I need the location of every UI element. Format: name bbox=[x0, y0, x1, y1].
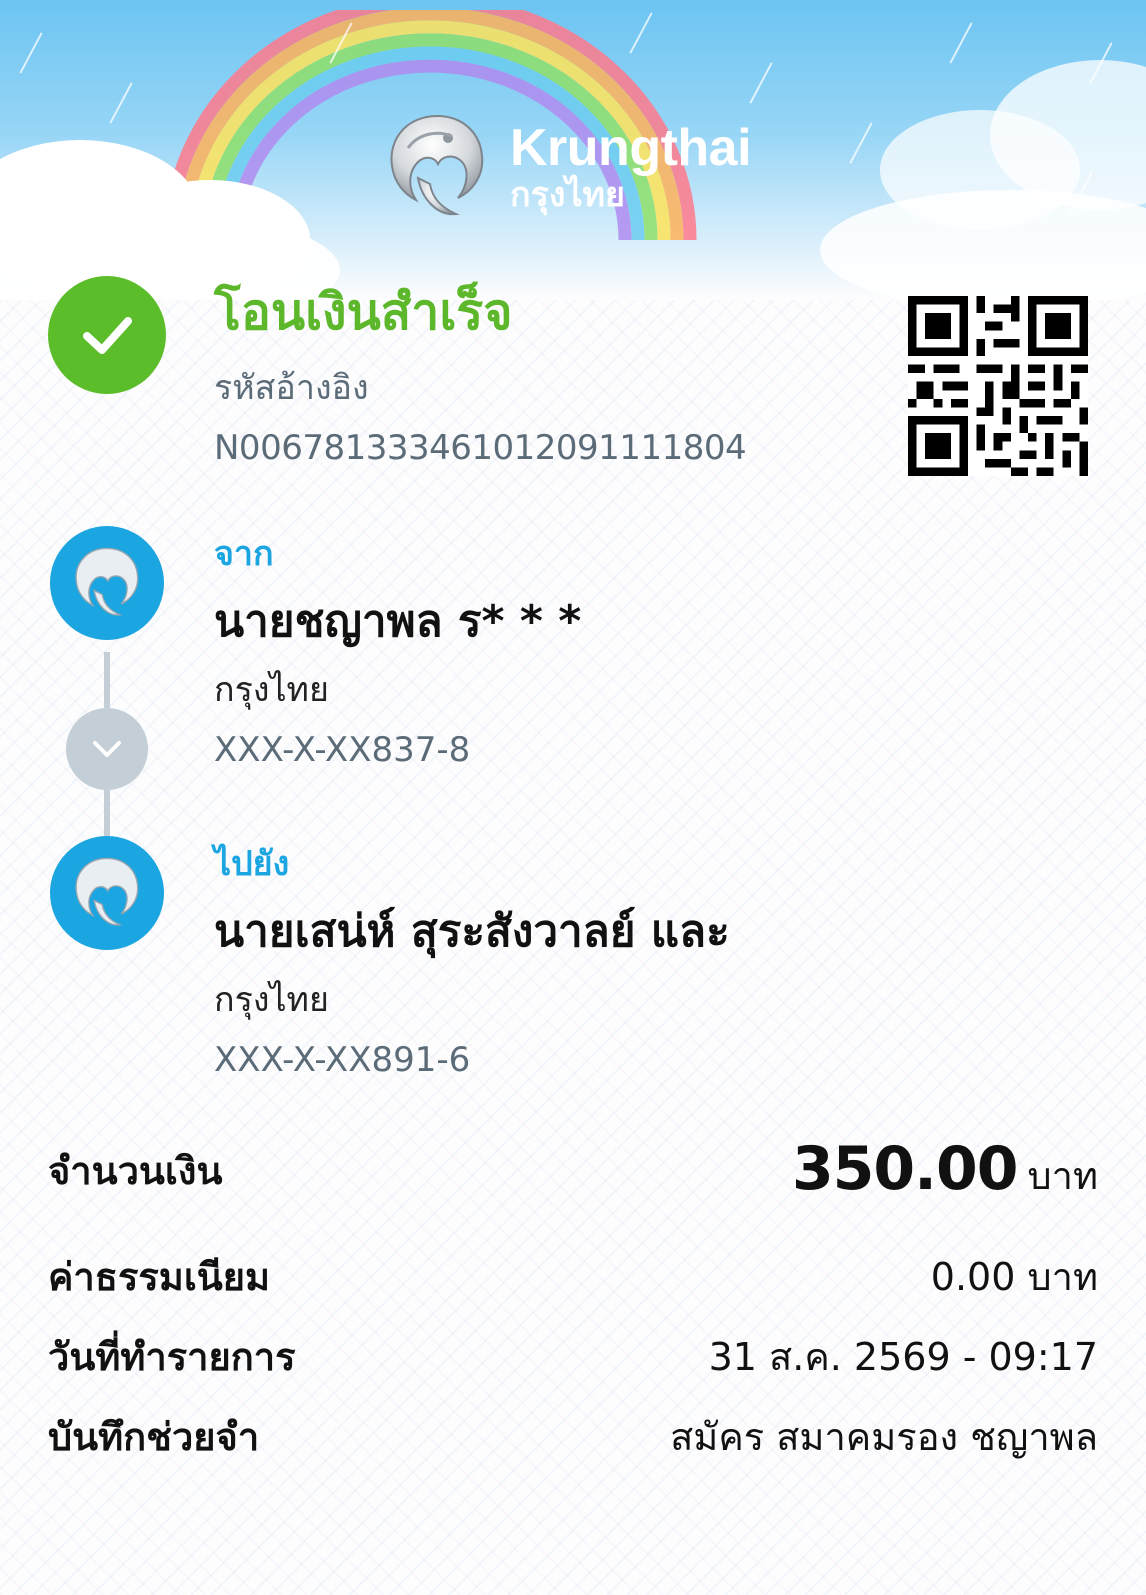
sender-account: XXX-X-XX837-8 bbox=[214, 730, 471, 770]
recipient-bank: กรุงไทย bbox=[214, 980, 329, 1020]
brand-name-thai: กรุงไทย bbox=[510, 176, 625, 214]
phoenix-logo-icon bbox=[390, 114, 484, 216]
memo-value: สมัคร สมาคมรอง ชญาพล bbox=[670, 1415, 1098, 1459]
recipient-account: XXX-X-XX891-6 bbox=[214, 1040, 471, 1080]
brand-logo: Krungthai กรุงไทย bbox=[378, 108, 752, 226]
reference-label: รหัสอ้างอิง bbox=[214, 368, 369, 408]
rain-streak bbox=[849, 122, 873, 164]
transaction-date-value: 31 ส.ค. 2569 - 09:17 bbox=[708, 1335, 1098, 1379]
amount-value-row: 350.00 บาท bbox=[792, 1139, 1098, 1199]
krungthai-logo-icon bbox=[75, 857, 139, 926]
rain-streak bbox=[949, 22, 973, 64]
recipient-name: นายเสน่ห์ สุระสังวาลย์ และ bbox=[214, 906, 730, 957]
fee-value: 0.00 บาท bbox=[930, 1255, 1098, 1299]
flow-connector-line bbox=[104, 790, 110, 836]
krungthai-logo-icon bbox=[75, 547, 139, 616]
chevron-down-icon bbox=[93, 741, 121, 757]
rain-streak bbox=[109, 82, 133, 124]
flow-arrow bbox=[66, 708, 148, 790]
sender-bank: กรุงไทย bbox=[214, 670, 329, 710]
rain-streak bbox=[749, 62, 773, 104]
transaction-date-label: วันที่ทำรายการ bbox=[48, 1335, 296, 1379]
rain-streak bbox=[19, 32, 43, 74]
memo-label: บันทึกช่วยจำ bbox=[48, 1415, 260, 1459]
qr-code[interactable] bbox=[908, 296, 1088, 476]
from-label: จาก bbox=[214, 534, 274, 574]
success-status-icon bbox=[48, 276, 166, 394]
to-label: ไปยัง bbox=[214, 844, 290, 884]
amount-value: 350.00 bbox=[791, 1134, 1019, 1204]
sender-bank-avatar bbox=[50, 526, 164, 640]
check-icon bbox=[83, 317, 132, 354]
sender-name: นายชญาพล ร* * * bbox=[214, 596, 582, 647]
amount-label: จำนวนเงิน bbox=[48, 1149, 223, 1193]
reference-number: N006781333461012091111804 bbox=[214, 428, 747, 468]
transfer-status-title: โอนเงินสำเร็จ bbox=[214, 283, 513, 341]
header-banner: Krungthai กรุงไทย bbox=[0, 0, 1146, 300]
cloud-decoration bbox=[820, 190, 1146, 300]
amount-unit: บาท bbox=[1027, 1154, 1098, 1198]
recipient-bank-avatar bbox=[50, 836, 164, 950]
brand-name: Krungthai bbox=[510, 119, 752, 177]
flow-connector-line bbox=[104, 652, 110, 708]
fee-label: ค่าธรรมเนียม bbox=[48, 1255, 271, 1299]
